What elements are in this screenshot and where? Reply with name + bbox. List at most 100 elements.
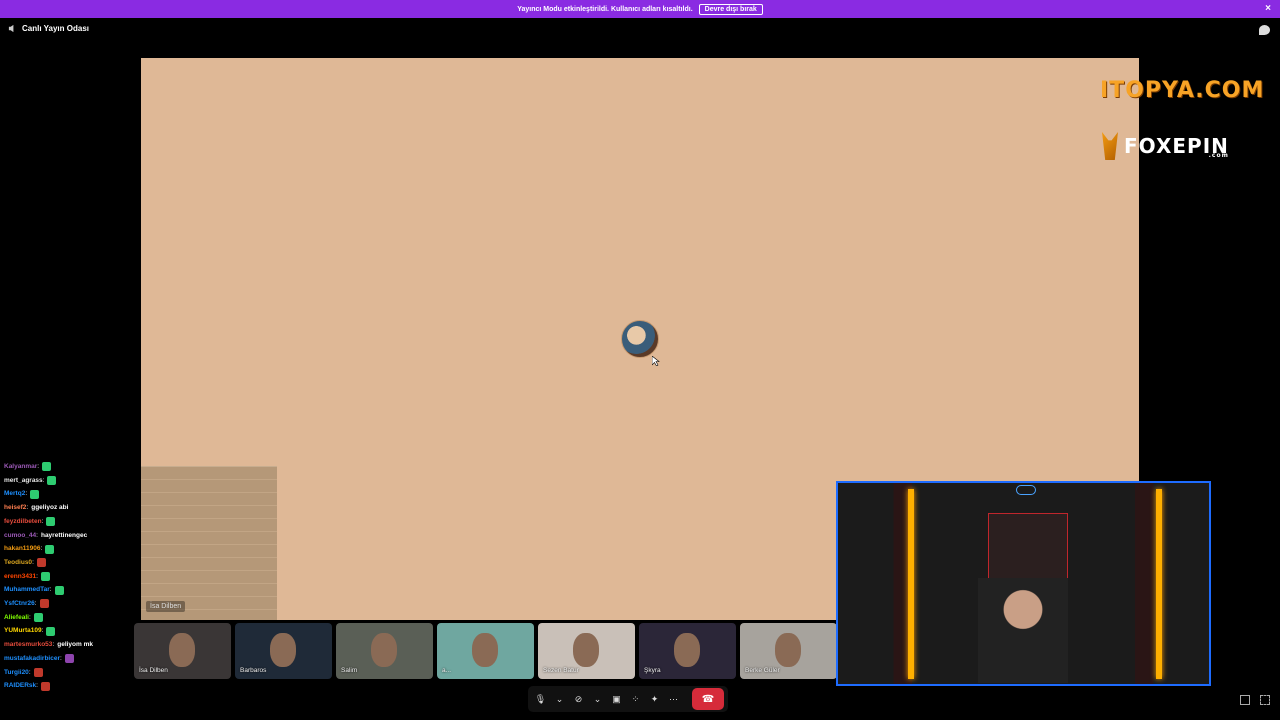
chat-message: mustafakadirbicer :: [4, 652, 134, 666]
channel-title: Canlı Yayın Odası: [22, 24, 89, 33]
participant-name: İsa Dilben: [139, 667, 168, 674]
participant-tile[interactable]: Sezen Batur: [538, 623, 635, 679]
end-call-button[interactable]: ☎: [692, 688, 724, 710]
chat-username[interactable]: mustafakadirbicer: [4, 652, 60, 666]
chat-separator: :: [41, 627, 44, 635]
chat-message: Aliefeali :: [4, 611, 134, 625]
chat-username[interactable]: MuhammedTar: [4, 583, 50, 597]
chat-separator: :: [40, 545, 43, 553]
participant-name: Barbaros: [240, 667, 267, 674]
screen-share-icon[interactable]: ▣: [608, 689, 625, 709]
emote-icon: [46, 626, 56, 636]
led-light-right: [1156, 489, 1162, 679]
chat-username[interactable]: Teodius0: [4, 556, 32, 570]
chat-separator: :: [41, 517, 44, 525]
channel-header: Canlı Yayın Odası: [8, 24, 89, 33]
chat-username[interactable]: erenn3431: [4, 570, 36, 584]
chat-username[interactable]: hakan11906: [4, 542, 41, 556]
participant-video: [169, 633, 195, 667]
emote-icon: [39, 599, 49, 609]
fox-icon: [1102, 132, 1118, 160]
chat-message: RAIDERsk :: [4, 679, 134, 693]
participant-video: [674, 633, 700, 667]
mic-icon[interactable]: 🎙: [532, 689, 549, 709]
participant-video: [573, 633, 599, 667]
chat-separator: :: [52, 641, 55, 649]
disable-streamer-mode-button[interactable]: Devre dışı bırak: [698, 3, 763, 15]
grid-icon[interactable]: ⁘: [627, 689, 644, 709]
chat-message: heisef2 : ggeliyoz abi: [4, 501, 134, 515]
chat-username[interactable]: Turgii20: [4, 666, 29, 680]
chat-username[interactable]: YUMurta109: [4, 624, 42, 638]
emote-icon: [33, 667, 43, 677]
chat-message: erenn3431 :: [4, 570, 134, 584]
chat-bubble-icon[interactable]: [1259, 25, 1270, 35]
chat-message: YsfCtnr26 :: [4, 597, 134, 611]
chat-username[interactable]: RAIDERsk: [4, 679, 36, 693]
emote-icon: [45, 544, 55, 554]
participant-video: [775, 633, 801, 667]
chat-message: Mertq2 :: [4, 487, 134, 501]
participant-tile[interactable]: a...: [437, 623, 534, 679]
chat-username[interactable]: martesmurko53: [4, 638, 52, 652]
participant-tile[interactable]: Berke Güler: [740, 623, 837, 679]
camera-off-icon[interactable]: ⊘: [570, 689, 587, 709]
chat-username[interactable]: Aliefeali: [4, 611, 29, 625]
close-icon[interactable]: ×: [1265, 3, 1271, 14]
chat-username[interactable]: Mertq2: [4, 487, 25, 501]
participant-name: Sezen Batur: [543, 667, 579, 674]
led-light-left: [908, 489, 914, 679]
participant-tile[interactable]: İsa Dilben: [134, 623, 231, 679]
chat-message: martesmurko53 : geliyom mk: [4, 638, 134, 652]
chat-message: Teodius0 :: [4, 556, 134, 570]
chat-separator: :: [49, 586, 52, 594]
chat-text: hayrettinengec: [40, 531, 88, 539]
foxepin-logo-domain: .com: [1208, 152, 1229, 159]
fullscreen-icon[interactable]: [1260, 695, 1270, 705]
chevron-down-icon[interactable]: ⌄: [589, 689, 606, 709]
user-avatar[interactable]: [621, 320, 659, 358]
participant-tile[interactable]: Salim: [336, 623, 433, 679]
chat-separator: :: [28, 668, 31, 676]
emote-icon: [46, 517, 56, 527]
participant-name: a...: [442, 667, 452, 674]
volume-icon[interactable]: [1240, 695, 1250, 705]
participant-name: Salim: [341, 667, 358, 674]
participant-tile[interactable]: Şkyra: [639, 623, 736, 679]
participant-name: Şkyra: [644, 667, 661, 674]
emote-icon: [30, 489, 40, 499]
chat-username[interactable]: Kalyanmar: [4, 460, 37, 474]
reactions-icon[interactable]: ✦: [646, 689, 663, 709]
streamer-figure: [978, 578, 1068, 683]
emote-icon: [47, 476, 57, 486]
chat-separator: :: [34, 600, 37, 608]
chat-username[interactable]: mert_agrass: [4, 474, 43, 488]
chat-separator: :: [36, 572, 38, 580]
chat-text: ggeliyoz abi: [31, 504, 69, 512]
chat-separator: :: [26, 504, 29, 512]
participant-name: Berke Güler: [745, 667, 780, 674]
chat-message: MuhammedTar :: [4, 583, 134, 597]
chat-message: cumoo_44 : hayrettinengec: [4, 529, 134, 543]
participant-strip: İsa Dilben Barbaros Salim a... Sezen Batur Şk…: [134, 623, 842, 679]
chat-message: mert_agrass :: [4, 474, 134, 488]
chat-username[interactable]: feyzdilbeten: [4, 515, 42, 529]
chat-message: Kalyanmar :: [4, 460, 134, 474]
chat-separator: :: [32, 558, 34, 566]
more-icon[interactable]: ⋯: [665, 689, 682, 709]
chat-separator: :: [42, 476, 45, 484]
chat-separator: :: [37, 463, 40, 470]
participant-video: [371, 633, 397, 667]
emote-icon: [40, 681, 50, 691]
chevron-down-icon[interactable]: ⌄: [551, 689, 568, 709]
itopya-logo: ITOPYA.COM: [1100, 78, 1265, 103]
speaker-name-tag: İsa Dilben: [146, 601, 186, 612]
chat-username[interactable]: YsfCtnr26: [4, 597, 35, 611]
emote-icon: [33, 613, 43, 623]
participant-video: [270, 633, 296, 667]
chat-separator: :: [28, 613, 31, 621]
chat-username[interactable]: heisef2: [4, 501, 26, 515]
speaker-video-tile[interactable]: [141, 466, 277, 620]
participant-tile[interactable]: Barbaros: [235, 623, 332, 679]
chat-username[interactable]: cumoo_44: [4, 529, 36, 543]
